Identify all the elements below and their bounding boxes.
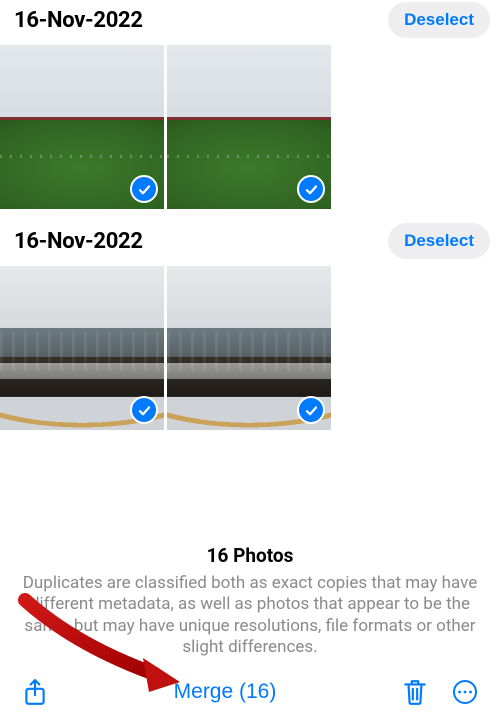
deselect-button[interactable]: Deselect [388,223,490,259]
group-header: 16-Nov-2022 Deselect [0,221,500,263]
selected-check-icon [297,396,325,424]
share-icon [22,678,48,706]
trash-icon [402,678,428,706]
group-header: 16-Nov-2022 Deselect [0,0,500,42]
bottom-toolbar: Merge (16) [0,660,500,728]
merge-button[interactable]: Merge (16) [160,674,291,710]
group-date: 16-Nov-2022 [14,229,143,254]
share-button[interactable] [20,676,50,708]
thumb-row [0,263,500,430]
duplicates-explainer: Duplicates are classified both as exact … [0,573,500,660]
footer-block: 16 Photos Duplicates are classified both… [0,526,500,728]
photo-thumb[interactable] [167,266,331,430]
duplicate-group: 16-Nov-2022 Deselect [0,221,500,430]
thumb-row [0,42,500,209]
group-date: 16-Nov-2022 [14,8,143,33]
deselect-button[interactable]: Deselect [388,2,490,38]
duplicates-screen: 16-Nov-2022 Deselect 16-Nov-2022 Deselec… [0,0,500,728]
more-button[interactable] [450,676,480,708]
selected-check-icon [130,175,158,203]
photo-count-label: 16 Photos [207,544,294,567]
duplicate-group: 16-Nov-2022 Deselect [0,0,500,209]
more-icon [452,678,478,706]
delete-button[interactable] [400,676,430,708]
photo-thumb[interactable] [0,45,164,209]
selected-check-icon [297,175,325,203]
selected-check-icon [130,396,158,424]
photo-thumb[interactable] [0,266,164,430]
photo-thumb[interactable] [167,45,331,209]
